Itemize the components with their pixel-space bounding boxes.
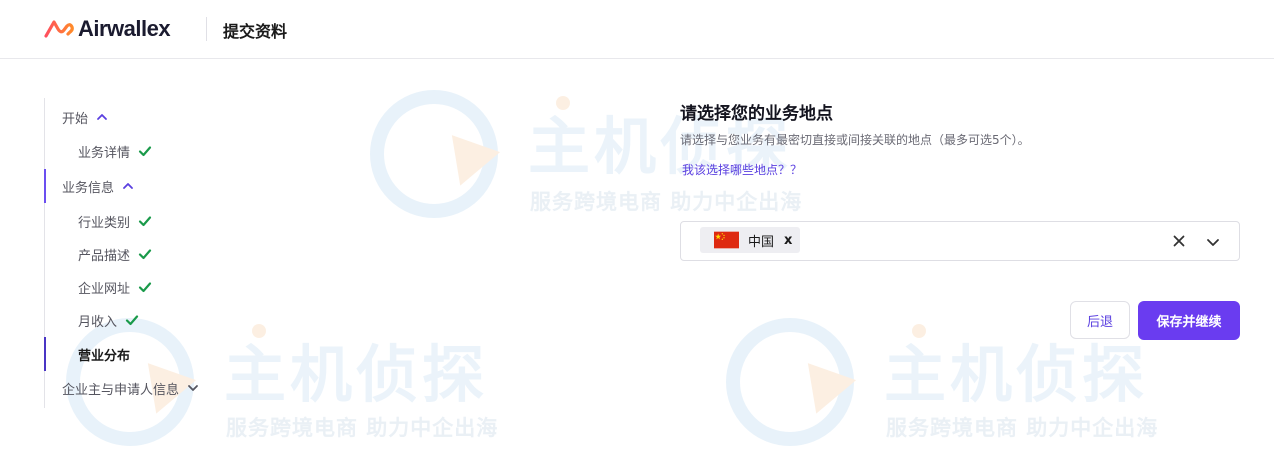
step-label: 业务信息 <box>62 180 115 196</box>
question-description: 请选择与您业务有最密切直接或间接关联的地点（最多可选5个）。 <box>680 133 1030 147</box>
step-label: 营业分布 <box>78 348 131 364</box>
step-label: 企业网址 <box>78 281 131 297</box>
step-label: 月收入 <box>78 314 118 330</box>
top-header: Airwallex 提交资料 <box>0 0 1274 59</box>
chevron-up-icon <box>123 183 133 189</box>
clear-all-icon[interactable] <box>1171 233 1187 249</box>
chevron-up-icon <box>97 114 107 120</box>
checkmark-icon <box>138 216 152 227</box>
checkmark-icon <box>138 282 152 293</box>
airwallex-logo-icon <box>44 20 74 38</box>
watermark-globe <box>370 90 498 218</box>
watermark-sub-text: 服务跨境电商 助力中企出海 <box>530 190 803 214</box>
chip-label: 中国 <box>748 234 775 250</box>
chip-remove-button[interactable]: x <box>784 233 792 248</box>
back-button[interactable]: 后退 <box>1070 301 1130 339</box>
selected-chip-china: 中国 x <box>700 227 800 253</box>
chevron-down-icon <box>188 385 198 391</box>
help-link[interactable]: 我该选择哪些地点？？ <box>682 161 802 178</box>
watermark-arrow <box>787 346 857 414</box>
step-industry-category[interactable]: 行业类别 <box>44 204 294 238</box>
step-label: 业务详情 <box>78 145 131 161</box>
step-label: 企业主与申请人信息 <box>62 382 180 398</box>
chevron-down-icon[interactable] <box>1205 234 1221 250</box>
location-multiselect[interactable]: 中国 x <box>680 221 1240 261</box>
watermark-arrow <box>431 118 501 186</box>
brand-name: Airwallex <box>78 16 171 41</box>
step-section-owner-applicant[interactable]: 企业主与申请人信息 <box>44 371 294 405</box>
progress-stepper: 开始 业务详情 业务信息 行业类别 产品描述 企业网址 月收入 营业分布 企业主… <box>44 98 294 408</box>
china-flag-icon <box>714 231 739 249</box>
step-section-business-info[interactable]: 业务信息 <box>44 169 294 203</box>
watermark-globe <box>726 318 854 446</box>
step-label: 行业类别 <box>78 215 131 231</box>
watermark-sub-text: 服务跨境电商 助力中企出海 <box>226 416 499 440</box>
step-business-details[interactable]: 业务详情 <box>44 134 294 168</box>
checkmark-icon <box>138 249 152 260</box>
watermark-dot <box>556 96 570 110</box>
airwallex-logo[interactable]: Airwallex <box>44 16 171 42</box>
checkmark-icon <box>125 315 139 326</box>
header-divider <box>206 17 207 41</box>
step-business-distribution[interactable]: 营业分布 <box>44 337 294 371</box>
question-title: 请选择您的业务地点 <box>680 104 833 124</box>
step-product-description[interactable]: 产品描述 <box>44 237 294 271</box>
step-company-website[interactable]: 企业网址 <box>44 270 294 304</box>
watermark-dot <box>912 324 926 338</box>
step-monthly-revenue[interactable]: 月收入 <box>44 303 294 337</box>
watermark-sub-text: 服务跨境电商 助力中企出海 <box>886 416 1159 440</box>
step-label: 开始 <box>62 111 89 127</box>
page-title: 提交资料 <box>223 22 288 41</box>
save-and-continue-button[interactable]: 保存并继续 <box>1138 301 1240 340</box>
step-section-start[interactable]: 开始 <box>44 100 294 134</box>
checkmark-icon <box>138 146 152 157</box>
step-label: 产品描述 <box>78 248 131 264</box>
